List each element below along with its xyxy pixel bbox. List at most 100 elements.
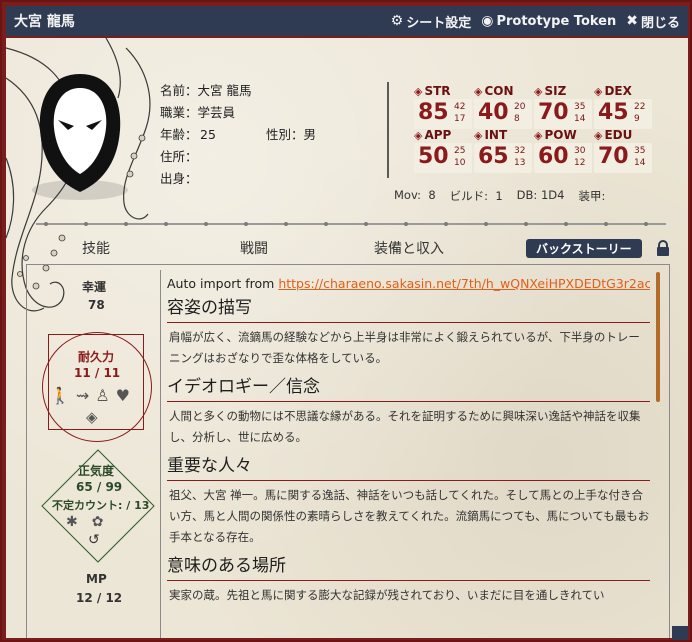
section-title-meaningful-places: 意味のある場所: [167, 554, 650, 581]
stat-fifth: 10: [454, 158, 466, 168]
stat-str[interactable]: ◈ STR 85 42 17: [414, 84, 474, 132]
armor-label: 装甲:: [578, 189, 606, 203]
major-wound-icon[interactable]: ◈: [86, 408, 98, 426]
diamond-icon: ◈: [534, 84, 543, 98]
stat-name: APP: [424, 128, 452, 142]
stat-half: 22: [634, 102, 646, 112]
close-button[interactable]: ✖ 閉じる: [626, 12, 680, 31]
stat-half: 20: [514, 102, 526, 112]
title-bar: 大宮 龍馬 ⚙ シート設定 ◉ Prototype Token ✖ 閉じる: [6, 6, 688, 36]
profile-row-origin: 出身：: [160, 168, 316, 190]
backstory-scrollbar[interactable]: [656, 272, 660, 402]
section-title-ideology: イデオロギー／信念: [167, 375, 650, 402]
close-label: 閉じる: [640, 15, 680, 31]
spider-icon[interactable]: ✱: [66, 514, 78, 530]
profile-row-name: 名前： 大宮 龍馬: [160, 80, 316, 102]
stat-half: 35: [574, 102, 586, 112]
stat-name: INT: [484, 128, 508, 142]
gear-icon: ⚙: [390, 13, 404, 29]
stat-name: SIZ: [544, 84, 567, 98]
heartbeat-icon[interactable]: ♥: [116, 386, 130, 405]
stat-pow[interactable]: ◈ POW 60 30 12: [534, 128, 594, 176]
stat-fifth: 12: [574, 158, 586, 168]
stat-fifth: 9: [634, 114, 640, 124]
stat-value: 40: [478, 100, 509, 125]
stat-name: STR: [424, 84, 451, 98]
derived-attributes: Mov: 8 ビルド: 1 DB: 1D4 装甲:: [394, 188, 605, 204]
address-label: 住所：: [160, 149, 198, 164]
stat-con[interactable]: ◈ CON 40 20 8: [474, 84, 534, 132]
stat-name: POW: [544, 128, 577, 142]
tab-skills[interactable]: 技能: [82, 238, 110, 258]
profile-row-age: 年齢： 25 性別： 男: [160, 124, 316, 146]
stat-edu[interactable]: ◈ EDU 70 35 14: [594, 128, 654, 176]
luck-value[interactable]: 78: [88, 298, 105, 312]
db-label: DB:: [516, 188, 538, 202]
mov-value: 8: [428, 188, 436, 202]
bandage-icon[interactable]: ⇝: [76, 386, 89, 405]
stat-siz[interactable]: ◈ SIZ 70 35 14: [534, 84, 594, 132]
age-value: 25: [200, 127, 216, 142]
stat-name: EDU: [604, 128, 633, 142]
avatar[interactable]: [30, 70, 130, 200]
octopus-icon[interactable]: ✿: [92, 514, 104, 530]
stat-int[interactable]: ◈ INT 65 32 13: [474, 128, 534, 176]
user-circle-icon: ◉: [481, 13, 494, 29]
lock-icon[interactable]: [656, 240, 670, 256]
section-title-significant-people: 重要な人々: [167, 454, 650, 481]
section-title-appearance: 容姿の描写: [167, 296, 650, 323]
hp-value[interactable]: 11 / 11: [74, 366, 120, 380]
name-label: 名前：: [160, 83, 198, 98]
backstory-panel: Auto import from https://charaeno.sakasi…: [160, 270, 654, 638]
age-label: 年齢：: [160, 127, 198, 142]
stat-value: 70: [598, 144, 629, 169]
stat-value: 45: [598, 100, 629, 125]
diamond-icon: ◈: [414, 84, 423, 98]
mp-value[interactable]: 12 / 12: [76, 591, 122, 605]
reset-icon[interactable]: ↺: [88, 532, 100, 548]
profile-row-address: 住所：: [160, 146, 316, 168]
sanity-value[interactable]: 65 / 99: [76, 480, 122, 494]
auto-import-link[interactable]: https://charaeno.sakasin.net/7th/h_wQNXe…: [278, 276, 650, 291]
stat-value: 50: [418, 144, 449, 169]
stat-app[interactable]: ◈ APP 50 25 10: [414, 128, 474, 176]
build-attr: ビルド: 1: [450, 188, 503, 204]
stat-half: 42: [454, 102, 466, 112]
sanity-label: 正気度: [78, 464, 115, 478]
name-value: 大宮 龍馬: [197, 83, 252, 98]
job-label: 職業：: [160, 105, 198, 120]
auto-import-line: Auto import from https://charaeno.sakasi…: [167, 274, 650, 294]
stat-fifth: 13: [514, 158, 526, 168]
stat-dex[interactable]: ◈ DEX 45 22 9: [594, 84, 654, 132]
auto-import-label: Auto import from: [167, 276, 275, 291]
resize-handle[interactable]: [672, 626, 688, 640]
diamond-icon: ◈: [474, 128, 483, 142]
tab-combat[interactable]: 戦闘: [240, 238, 268, 258]
standing-person-icon[interactable]: ♙: [95, 386, 109, 405]
diamond-icon: ◈: [534, 128, 543, 142]
stat-name: CON: [484, 84, 514, 98]
prototype-token-button[interactable]: ◉ Prototype Token: [481, 12, 616, 31]
build-label: ビルド:: [449, 189, 489, 203]
title-actions: ⚙ シート設定 ◉ Prototype Token ✖ 閉じる: [391, 12, 680, 31]
mov-label: Mov:: [394, 188, 422, 202]
fallen-person-icon[interactable]: 🚶: [50, 386, 70, 405]
tab-backstory[interactable]: バックストーリー: [526, 239, 642, 258]
job-value: 学芸員: [197, 105, 236, 120]
sheet-settings-button[interactable]: ⚙ シート設定: [391, 12, 472, 31]
window-title: 大宮 龍馬: [14, 14, 75, 30]
hp-status-icons: 🚶 ⇝ ♙ ♥: [50, 386, 130, 405]
luck-label: 幸運: [82, 280, 107, 294]
sex-label: 性別：: [266, 127, 304, 142]
tab-equipment[interactable]: 装備と収入: [374, 238, 444, 258]
stat-name: DEX: [604, 84, 632, 98]
sex-value: 男: [303, 127, 317, 142]
header-separator: [36, 222, 666, 226]
diamond-icon: ◈: [594, 128, 603, 142]
origin-label: 出身：: [160, 171, 198, 186]
indefinite-count[interactable]: 不定カウント: / 13: [52, 497, 149, 513]
sheet-tabs: 技能 戦闘 装備と収入 バックストーリー: [6, 234, 688, 260]
build-value: 1: [495, 189, 503, 203]
header-divider: [387, 82, 389, 178]
diamond-icon: ◈: [594, 84, 603, 98]
